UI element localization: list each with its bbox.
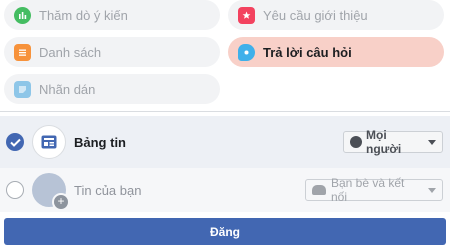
option-label: Danh sách (39, 44, 102, 60)
chevron-down-icon (428, 187, 436, 193)
option-answer-question[interactable]: Trả lời câu hỏi (228, 37, 444, 67)
audience-row-story[interactable]: + Tin của bạn Bạn bè và kết nối (0, 168, 450, 212)
audience-selector-friends[interactable]: Bạn bè và kết nối (305, 176, 443, 204)
option-poll[interactable]: Thăm dò ý kiến (4, 0, 220, 30)
check-icon[interactable] (6, 133, 24, 151)
poll-icon (14, 6, 31, 24)
audience-row-news-feed[interactable]: Bảng tin Mọi người (0, 116, 450, 168)
option-sticker[interactable]: Nhãn dán (4, 74, 220, 104)
divider (0, 111, 450, 112)
avatar: + (32, 173, 70, 211)
list-icon (14, 43, 31, 61)
option-label: Yêu cầu giới thiệu (263, 7, 368, 23)
option-recommendation[interactable]: Yêu cầu giới thiệu (228, 0, 444, 30)
globe-icon (350, 136, 362, 148)
answer-icon (238, 43, 255, 61)
friends-icon (312, 185, 326, 195)
option-label: Nhãn dán (39, 81, 96, 97)
sticker-icon (14, 80, 31, 98)
audience-selector-label: Bạn bè và kết nối (331, 176, 405, 204)
chevron-down-icon (428, 139, 436, 145)
audience-selector-label: Mọi người (366, 128, 402, 156)
radio-icon[interactable] (6, 181, 24, 199)
add-icon: + (52, 193, 70, 211)
option-label: Thăm dò ý kiến (39, 7, 128, 23)
option-list[interactable]: Danh sách (4, 37, 220, 67)
audience-selector-public[interactable]: Mọi người (343, 128, 443, 156)
story-label: Tin của bạn (74, 182, 142, 198)
post-button[interactable]: Đăng (4, 218, 446, 245)
option-label: Trả lời câu hỏi (263, 44, 352, 60)
recommendation-icon (238, 6, 255, 24)
news-feed-icon (32, 125, 66, 159)
news-feed-label: Bảng tin (74, 134, 126, 150)
